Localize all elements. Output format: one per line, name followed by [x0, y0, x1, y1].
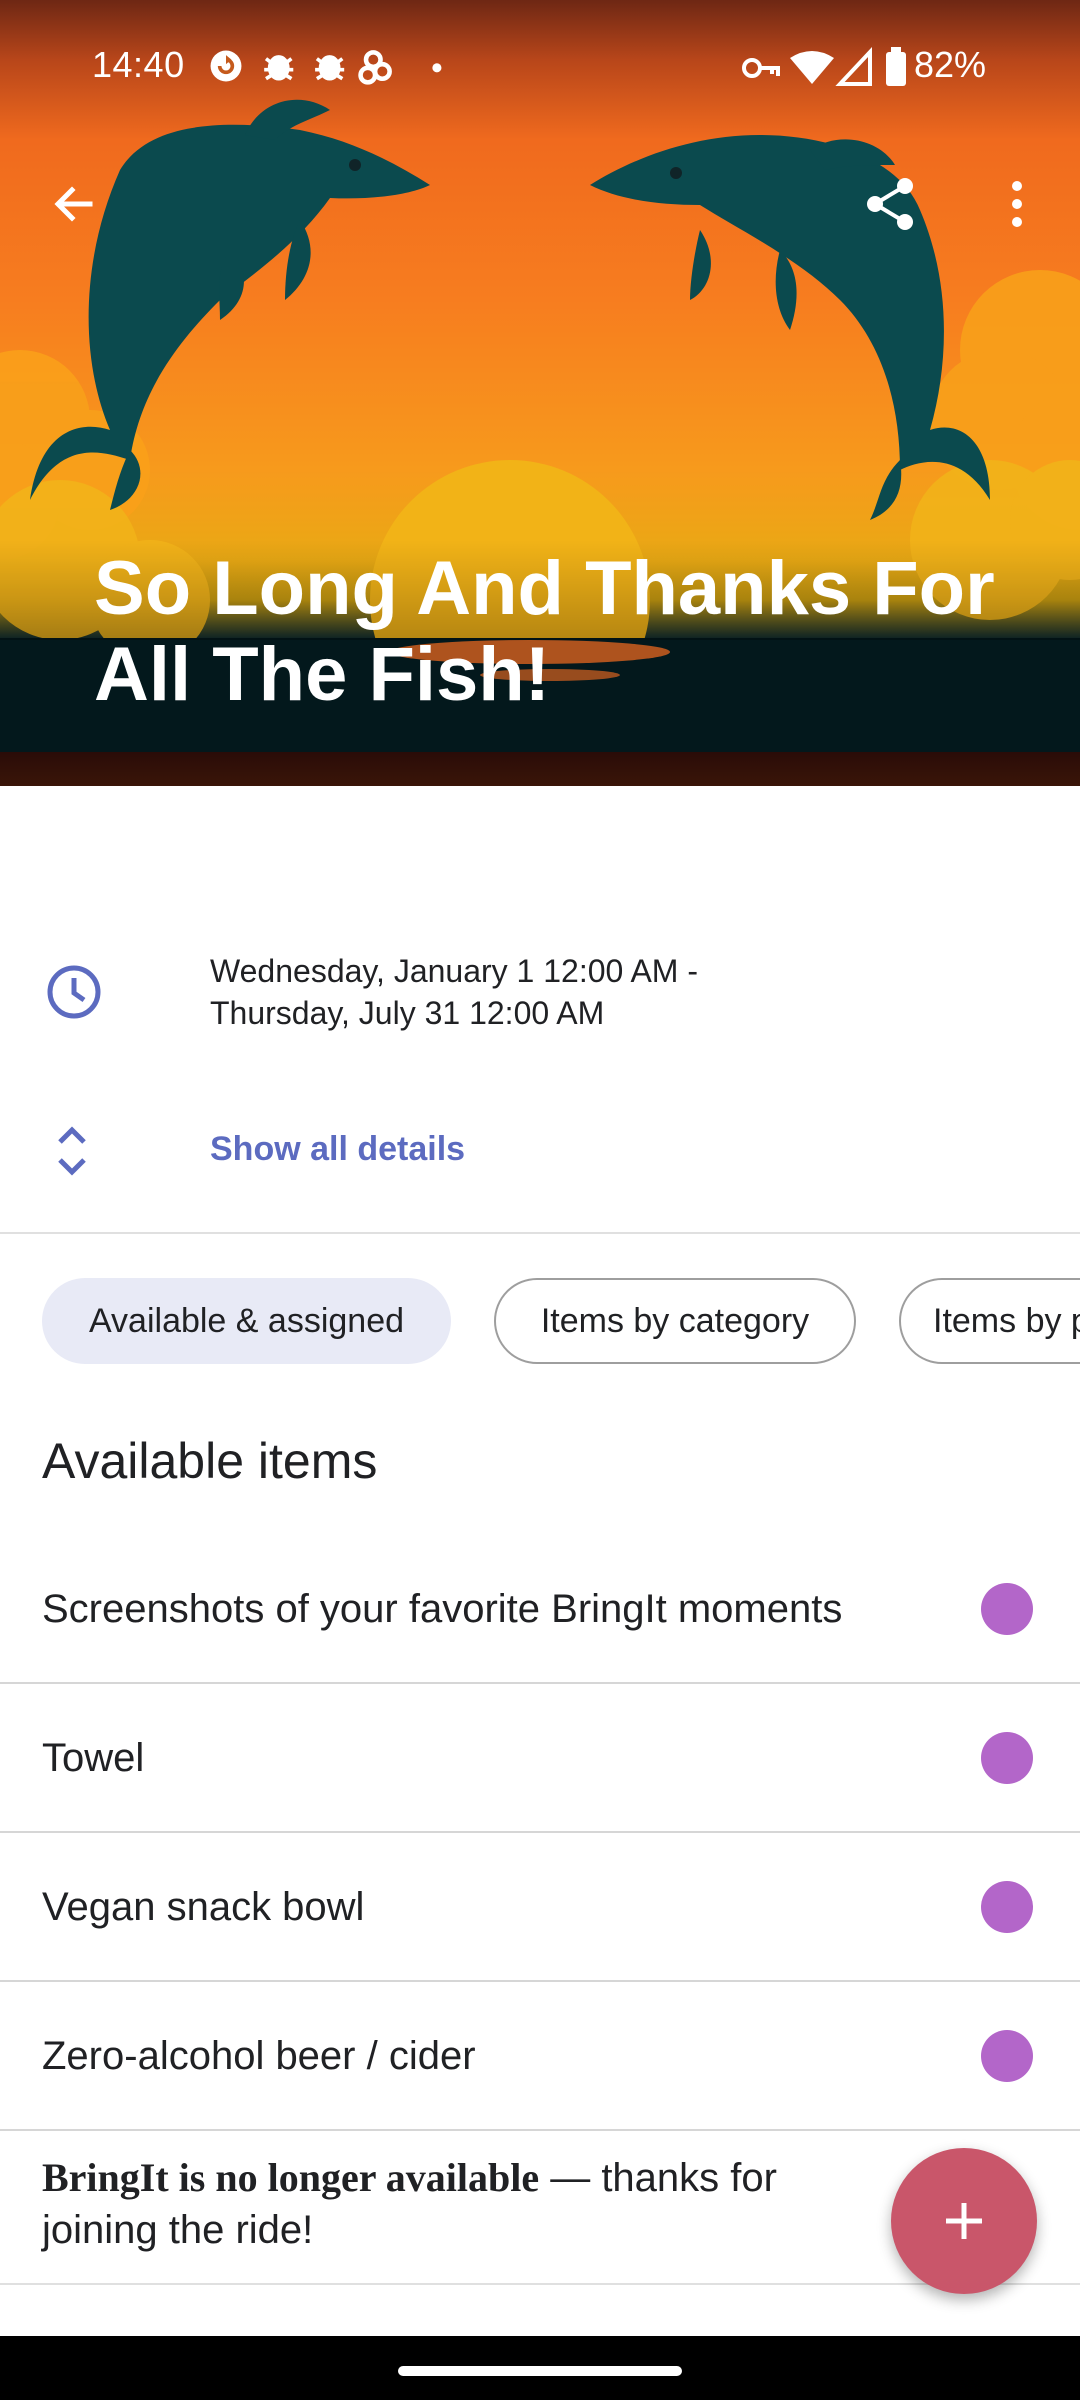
chip-available-assigned[interactable]: Available & assigned [42, 1278, 451, 1364]
row-divider [0, 1980, 1080, 1982]
share-button[interactable] [843, 156, 939, 252]
list-item[interactable]: Zero-alcohol beer / cider [0, 1983, 1080, 2131]
add-item-button[interactable] [891, 2148, 1037, 2294]
more-vert-icon [1012, 181, 1022, 227]
cell-signal-icon [835, 46, 872, 86]
list-item[interactable]: Towel [0, 1685, 1080, 1833]
filter-chips: Available & assigned Items by category I… [42, 1278, 1080, 1368]
event-date-range: Wednesday, January 1 12:00 AM - Thursday… [210, 950, 698, 1034]
clock-icon [47, 965, 101, 1019]
item-status-dot [981, 1881, 1033, 1933]
event-header-image: 14:40 82% So Long And Thanks For All The… [0, 0, 1080, 786]
section-divider [0, 2283, 1080, 2285]
item-label: Zero-alcohol beer / cider [42, 2033, 476, 2078]
system-status-icons [742, 46, 906, 86]
chip-items-by-person[interactable]: Items by person [899, 1278, 1080, 1364]
banner-text-line2: joining the ride! [42, 2208, 314, 2252]
wifi-icon [790, 51, 834, 84]
list-item[interactable]: Vegan snack bowl [0, 1834, 1080, 1982]
row-divider [0, 2129, 1080, 2131]
arrow-back-icon [54, 186, 93, 222]
banner-text: — thanks for [539, 2156, 777, 2200]
share-icon [867, 178, 913, 230]
status-time: 14:40 [92, 44, 185, 85]
bug-icon [315, 55, 345, 81]
dot-icon [432, 63, 442, 73]
available-items-heading: Available items [42, 1433, 378, 1489]
pinwheel-icon [358, 50, 392, 85]
section-divider [0, 1232, 1080, 1234]
item-status-dot [981, 1583, 1033, 1635]
service-ended-banner: BringIt is no longer available — thanks … [42, 2152, 902, 2256]
plus-icon [946, 2203, 982, 2239]
more-options-button[interactable] [969, 156, 1065, 252]
item-status-dot [981, 2030, 1033, 2082]
back-button[interactable] [26, 156, 122, 252]
event-start-date: Wednesday, January 1 12:00 AM - [210, 953, 698, 989]
item-label: Screenshots of your favorite BringIt mom… [42, 1586, 843, 1631]
bug-icon [264, 55, 294, 81]
home-gesture-handle[interactable] [398, 2366, 682, 2376]
event-title: So Long And Thanks For All The Fish! [94, 546, 995, 717]
event-end-date: Thursday, July 31 12:00 AM [210, 995, 605, 1031]
item-label: Vegan snack bowl [42, 1884, 365, 1929]
banner-bold-text: BringIt is no longer available [42, 2155, 540, 2200]
vpn-key-icon [742, 58, 780, 78]
show-all-details-link[interactable]: Show all details [210, 1130, 465, 1169]
item-label: Towel [42, 1735, 145, 1780]
notification-icons [210, 50, 442, 85]
battery-icon [886, 47, 906, 86]
row-divider [0, 1831, 1080, 1833]
list-item[interactable]: Screenshots of your favorite BringIt mom… [0, 1536, 1080, 1684]
sync-icon [210, 50, 242, 82]
unfold-more-icon[interactable] [52, 1124, 92, 1178]
battery-percentage: 82% [914, 44, 987, 85]
chip-items-by-category[interactable]: Items by category [494, 1278, 856, 1364]
row-divider [0, 1682, 1080, 1684]
item-status-dot [981, 1732, 1033, 1784]
navigation-bar [0, 2336, 1080, 2400]
status-bar: 14:40 82% [0, 0, 1080, 130]
